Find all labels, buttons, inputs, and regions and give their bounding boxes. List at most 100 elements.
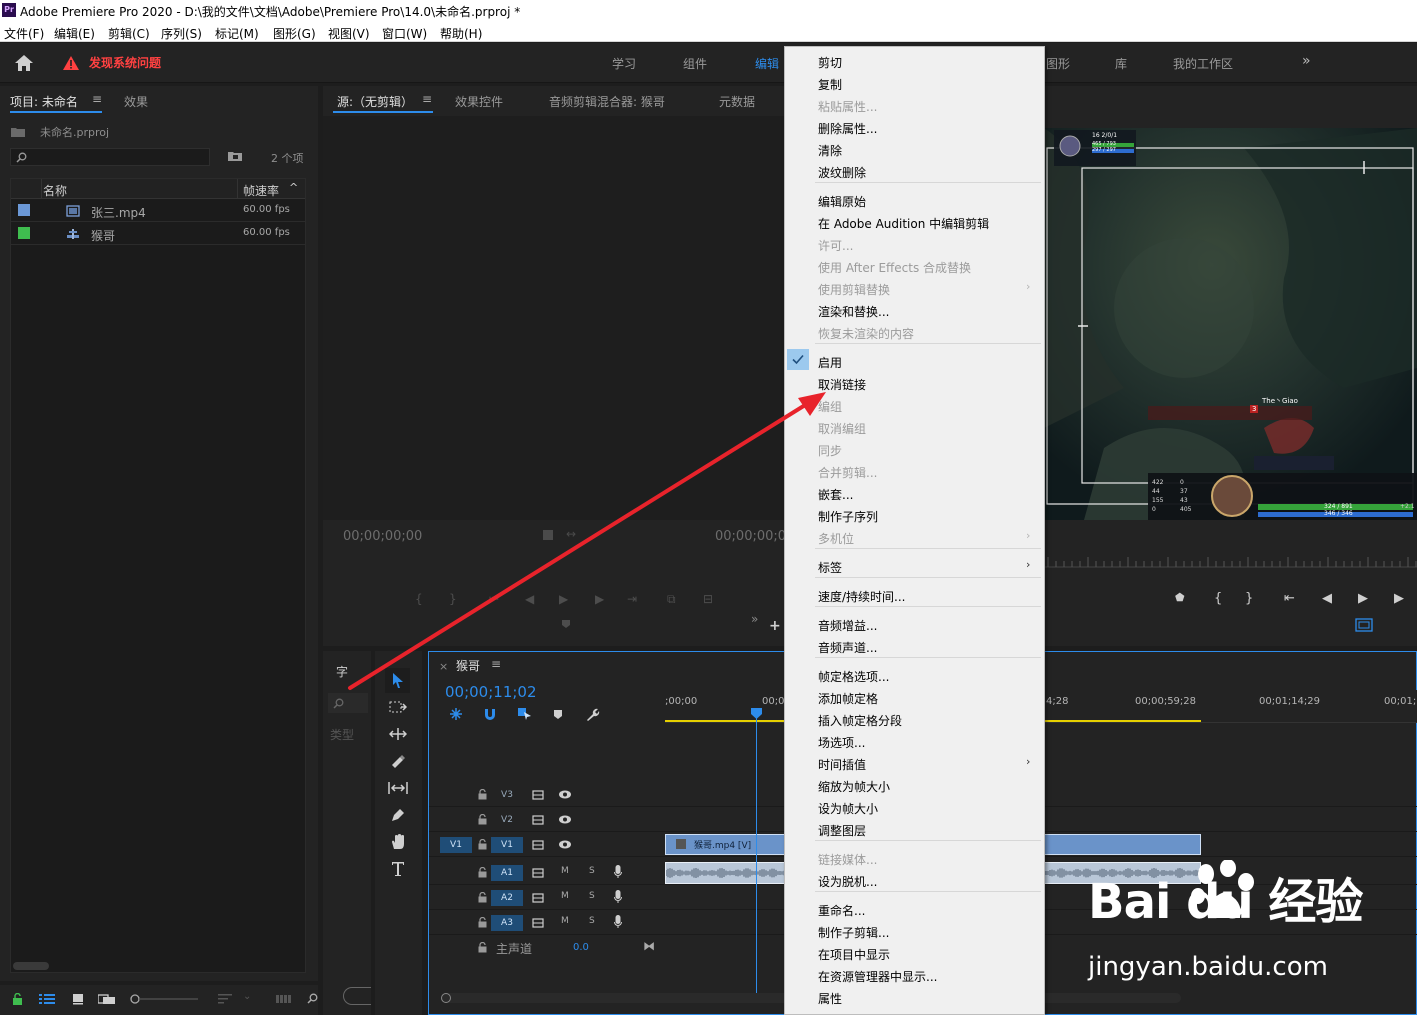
context-menu-item[interactable]: 缩放为帧大小 xyxy=(818,778,890,795)
context-menu-item[interactable]: 编辑原始 xyxy=(818,193,866,210)
context-menu-item[interactable]: 清除 xyxy=(818,142,842,159)
play-icon[interactable]: ▶ xyxy=(1358,591,1368,606)
list-view-icon[interactable] xyxy=(39,993,55,1005)
track-lock-icon[interactable] xyxy=(478,892,487,903)
mute-track-button[interactable]: M xyxy=(561,866,569,876)
panel-menu-icon[interactable]: ≡ xyxy=(422,92,432,106)
track-label-v3[interactable]: V3 xyxy=(491,787,523,803)
warning-icon[interactable] xyxy=(62,55,80,71)
context-menu-item[interactable]: 复制 xyxy=(818,76,842,93)
type-tool-icon[interactable] xyxy=(391,861,405,877)
menu-help[interactable]: 帮助(H) xyxy=(440,25,482,42)
razor-tool-icon[interactable] xyxy=(390,753,406,769)
eye-icon[interactable] xyxy=(558,815,572,824)
track-select-tool-icon[interactable] xyxy=(389,700,407,714)
sync-lock-icon[interactable] xyxy=(532,790,544,800)
context-menu-item[interactable]: 插入帧定格分段 xyxy=(818,712,902,729)
program-video-frame[interactable]: The丶Giao 3 324 / 891 346 / 346 +2.1 16 2… xyxy=(1044,128,1417,520)
ripple-edit-tool-icon[interactable] xyxy=(389,727,407,741)
column-fps-header[interactable]: 帧速率 xyxy=(243,182,279,199)
mute-track-button[interactable]: M xyxy=(561,916,569,926)
context-menu-item[interactable]: 制作子剪辑... xyxy=(818,924,889,941)
context-menu-item[interactable]: 调整图层 xyxy=(818,822,866,839)
timeline-settings-wrench-icon[interactable] xyxy=(585,707,600,722)
icon-view-icon[interactable] xyxy=(72,993,84,1005)
captions-toggle[interactable] xyxy=(343,987,371,1005)
context-menu-item[interactable]: 场选项... xyxy=(818,734,865,751)
hand-tool-icon[interactable] xyxy=(390,833,406,850)
menu-view[interactable]: 视图(V) xyxy=(328,25,370,42)
context-menu-item[interactable]: 在项目中显示 xyxy=(818,946,890,963)
horizontal-scrollbar[interactable] xyxy=(13,962,49,970)
sync-lock-icon[interactable] xyxy=(532,893,544,903)
sync-lock-icon[interactable] xyxy=(532,840,544,850)
scroll-handle[interactable] xyxy=(441,993,451,1003)
step-forward-icon[interactable]: ▶ xyxy=(1394,591,1404,606)
tab-metadata[interactable]: 元数据 xyxy=(719,93,755,110)
menu-sequence[interactable]: 序列(S) xyxy=(161,25,202,42)
eye-icon[interactable] xyxy=(558,790,572,799)
sort-ascending-icon[interactable]: ^ xyxy=(289,181,298,194)
column-name-header[interactable]: 名称 xyxy=(43,182,67,199)
track-lock-icon[interactable] xyxy=(478,839,487,850)
mute-track-button[interactable]: M xyxy=(561,891,569,901)
track-lock-icon[interactable] xyxy=(478,917,487,928)
freeform-view-icon[interactable] xyxy=(98,993,116,1005)
tab-audio-clip-mixer[interactable]: 音频剪辑混合器: 猴哥 xyxy=(549,93,665,110)
context-menu-item[interactable]: 设为帧大小 xyxy=(818,800,878,817)
track-label-a2[interactable]: A2 xyxy=(491,890,523,906)
project-search-input[interactable] xyxy=(10,148,210,166)
eye-icon[interactable] xyxy=(558,840,572,849)
track-label-v2[interactable]: V2 xyxy=(491,812,523,828)
context-menu-item[interactable]: 波纹删除 xyxy=(818,164,866,181)
program-time-ruler[interactable] xyxy=(1044,554,1417,568)
context-menu-item[interactable]: 属性 xyxy=(818,990,842,1007)
label-color-swatch[interactable] xyxy=(18,227,30,239)
microphone-icon[interactable] xyxy=(614,915,622,929)
microphone-icon[interactable] xyxy=(614,890,622,904)
context-menu-item[interactable]: 剪切 xyxy=(818,54,842,71)
tab-effect-controls[interactable]: 效果控件 xyxy=(455,93,503,110)
add-marker-icon[interactable] xyxy=(553,709,563,720)
label-color-swatch[interactable] xyxy=(18,204,30,216)
source-patch-v1[interactable]: V1 xyxy=(440,837,472,853)
track-lock-icon[interactable] xyxy=(478,867,487,878)
context-menu-item[interactable]: 设为脱机... xyxy=(818,873,877,890)
workspace-assembly[interactable]: 组件 xyxy=(683,55,707,72)
microphone-icon[interactable] xyxy=(614,865,622,879)
nest-sequence-icon[interactable] xyxy=(449,707,463,721)
track-label-a1[interactable]: A1 xyxy=(491,865,523,881)
step-back-icon[interactable]: ◀ xyxy=(1322,591,1332,606)
snap-magnet-icon[interactable] xyxy=(483,707,497,721)
workspace-overflow-button[interactable]: » xyxy=(1302,53,1311,69)
track-lock-icon[interactable] xyxy=(478,789,487,800)
menu-graphics[interactable]: 图形(G) xyxy=(273,25,316,42)
sort-dropdown-chevron-icon[interactable]: ⌄ xyxy=(243,991,251,1002)
workspace-libraries[interactable]: 库 xyxy=(1115,55,1127,72)
go-to-end-icon[interactable]: ⧓ xyxy=(643,939,655,953)
context-menu-item[interactable]: 删除属性... xyxy=(818,120,877,137)
linked-selection-icon[interactable] xyxy=(517,707,532,721)
new-bin-icon[interactable] xyxy=(227,150,243,162)
tab-project[interactable]: 项目: 未命名 xyxy=(10,93,78,110)
lock-icon[interactable] xyxy=(12,993,23,1005)
context-menu-item[interactable]: 在资源管理器中显示... xyxy=(818,968,937,985)
track-label-v1[interactable]: V1 xyxy=(491,837,523,853)
find-icon[interactable] xyxy=(307,993,318,1004)
context-menu-item[interactable]: 渲染和替换... xyxy=(818,303,889,320)
menu-clip[interactable]: 剪辑(C) xyxy=(108,25,150,42)
zoom-slider[interactable] xyxy=(130,994,200,1004)
track-lock-icon[interactable] xyxy=(478,814,487,825)
solo-track-button[interactable]: S xyxy=(589,866,595,876)
tab-effects[interactable]: 效果 xyxy=(124,93,148,110)
menu-file[interactable]: 文件(F) xyxy=(4,25,44,42)
mark-out-icon[interactable]: } xyxy=(1245,591,1253,606)
system-warning-text[interactable]: 发现系统问题 xyxy=(89,54,161,71)
workspace-learn[interactable]: 学习 xyxy=(612,55,636,72)
pen-tool-icon[interactable] xyxy=(390,807,406,823)
context-menu-item[interactable]: 启用 xyxy=(818,354,842,371)
menu-edit[interactable]: 编辑(E) xyxy=(54,25,95,42)
export-frame-icon[interactable] xyxy=(1355,618,1373,632)
playhead-line[interactable] xyxy=(756,708,757,998)
sync-lock-icon[interactable] xyxy=(532,918,544,928)
